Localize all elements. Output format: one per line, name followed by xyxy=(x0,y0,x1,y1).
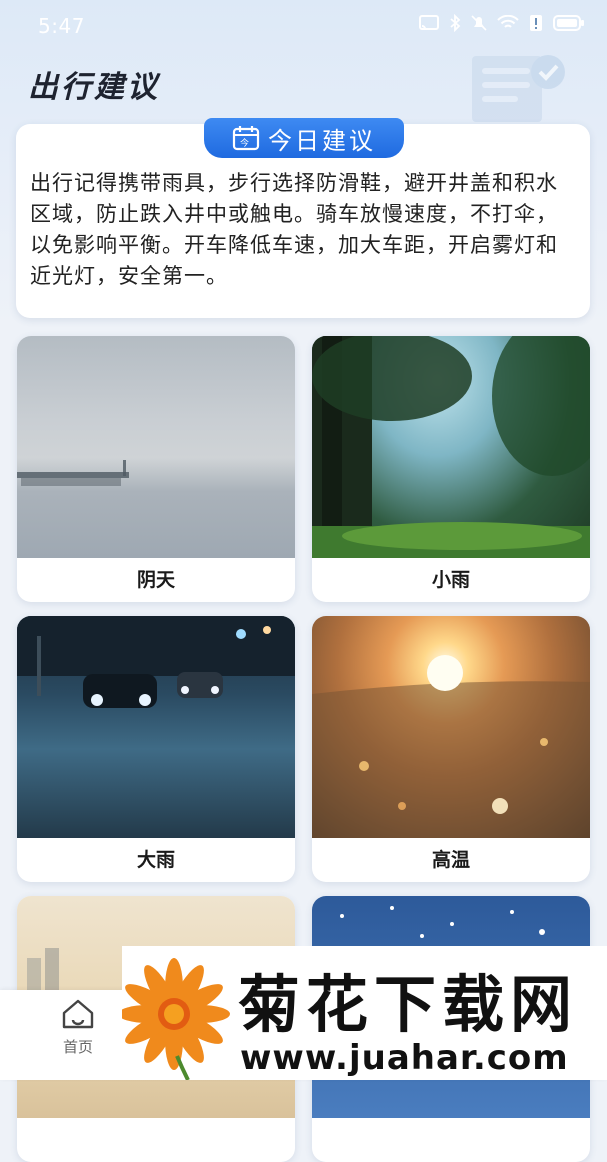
weather-card-high-temp[interactable]: 高温 xyxy=(312,616,590,882)
page-title: 出行建议 xyxy=(28,70,160,105)
weather-card-overcast[interactable]: 阴天 xyxy=(17,336,295,602)
weather-card-label: 高温 xyxy=(431,849,470,871)
calendar-icon: 今 xyxy=(232,126,260,151)
mute-icon xyxy=(471,15,487,31)
light-rain-image xyxy=(312,336,590,558)
bluetooth-icon xyxy=(450,14,461,32)
daily-advice-badge: 今 今日建议 xyxy=(204,118,404,158)
daily-advice-text: 出行记得携带雨具，步行选择防滑鞋，避开井盖和积水区域，防止跌入井中或触电。骑车放… xyxy=(30,171,558,288)
status-time: 5:47 xyxy=(38,14,85,38)
svg-text:今: 今 xyxy=(240,137,252,149)
watermark-name: 菊花下载网 xyxy=(238,968,579,1041)
weather-card-label: 阴天 xyxy=(136,569,175,591)
watermark-banner: 菊花下载网 www.juahar.com xyxy=(122,946,607,1080)
document-check-illustration xyxy=(472,55,565,122)
weather-card-label: 小雨 xyxy=(431,569,470,591)
nav-home-label: 首页 xyxy=(62,1038,93,1056)
home-icon xyxy=(62,999,94,1029)
wifi-icon xyxy=(497,15,519,28)
nav-home[interactable]: 首页 xyxy=(46,998,110,1057)
heavy-rain-image xyxy=(17,616,295,838)
weather-card-label: 大雨 xyxy=(136,849,175,871)
flower-logo-icon xyxy=(122,958,230,1080)
screen-cast-icon xyxy=(419,15,439,30)
weather-card-light-rain[interactable]: 小雨 xyxy=(312,336,590,602)
battery-icon xyxy=(553,15,584,31)
high-temperature-image xyxy=(312,616,590,838)
overcast-image xyxy=(17,336,295,558)
weather-card-label xyxy=(17,1118,295,1162)
status-bar: 5:47 xyxy=(0,0,607,50)
weather-card-heavy-rain[interactable]: 大雨 xyxy=(17,616,295,882)
sim-alert-icon xyxy=(530,15,542,31)
watermark-url: www.juahar.com xyxy=(240,1038,569,1078)
weather-card-label xyxy=(312,1118,590,1162)
daily-advice-title: 今日建议 xyxy=(268,126,376,155)
